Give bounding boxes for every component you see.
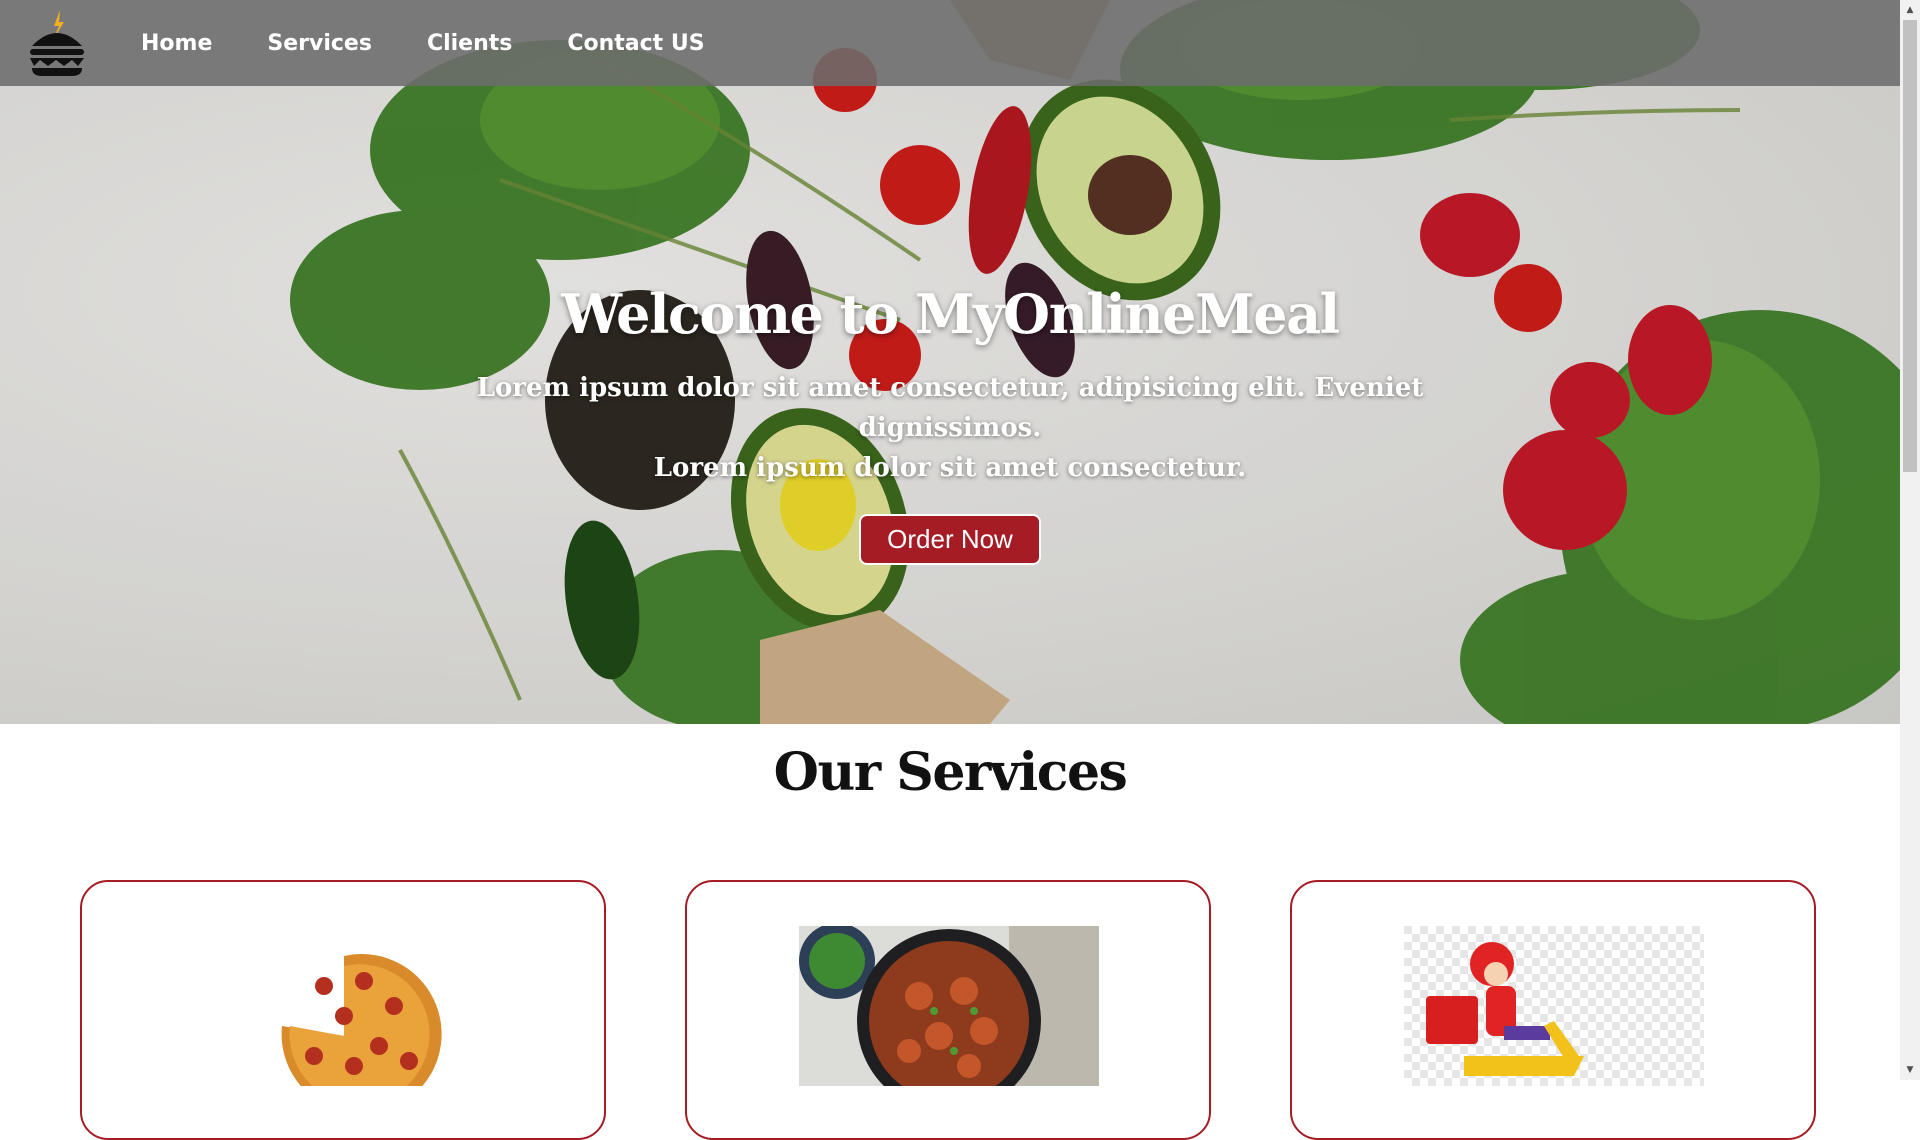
hero-title: Welcome to MyOnlineMeal <box>561 282 1340 346</box>
curry-dish-image <box>799 926 1099 1086</box>
nav-link-clients[interactable]: Clients <box>427 31 512 56</box>
services-title: Our Services <box>773 742 1128 803</box>
pizza-image <box>194 926 494 1086</box>
burger-logo-icon[interactable] <box>26 8 88 76</box>
hero-subtitle-line-1: Lorem ipsum dolor sit amet consectetur, … <box>476 373 1424 443</box>
service-card-1[interactable] <box>80 880 606 1140</box>
hero-content: Welcome to MyOnlineMeal Lorem ipsum dolo… <box>0 282 1900 565</box>
nav-link-services[interactable]: Services <box>267 31 372 56</box>
nav-links: Home Services Clients Contact US <box>120 0 739 86</box>
service-card-2[interactable] <box>685 880 1211 1140</box>
scroll-down-arrow-icon[interactable]: ▼ <box>1900 1060 1920 1080</box>
navbar: Home Services Clients Contact US <box>0 0 1900 86</box>
delivery-scooter-image <box>1404 926 1704 1086</box>
service-card-3[interactable] <box>1290 880 1816 1140</box>
order-now-button[interactable]: Order Now <box>859 514 1041 565</box>
nav-link-contact-us[interactable]: Contact US <box>567 31 704 56</box>
hero-subtitle-line-2: Lorem ipsum dolor sit amet consectetur. <box>653 453 1247 483</box>
hero-section: Welcome to MyOnlineMeal Lorem ipsum dolo… <box>0 0 1900 724</box>
vertical-scrollbar[interactable]: ▲ ▼ <box>1900 0 1920 1080</box>
scroll-up-arrow-icon[interactable]: ▲ <box>1900 0 1920 20</box>
nav-link-home[interactable]: Home <box>141 31 212 56</box>
hero-subtitle: Lorem ipsum dolor sit amet consectetur, … <box>400 368 1500 488</box>
scrollbar-thumb[interactable] <box>1903 20 1917 472</box>
